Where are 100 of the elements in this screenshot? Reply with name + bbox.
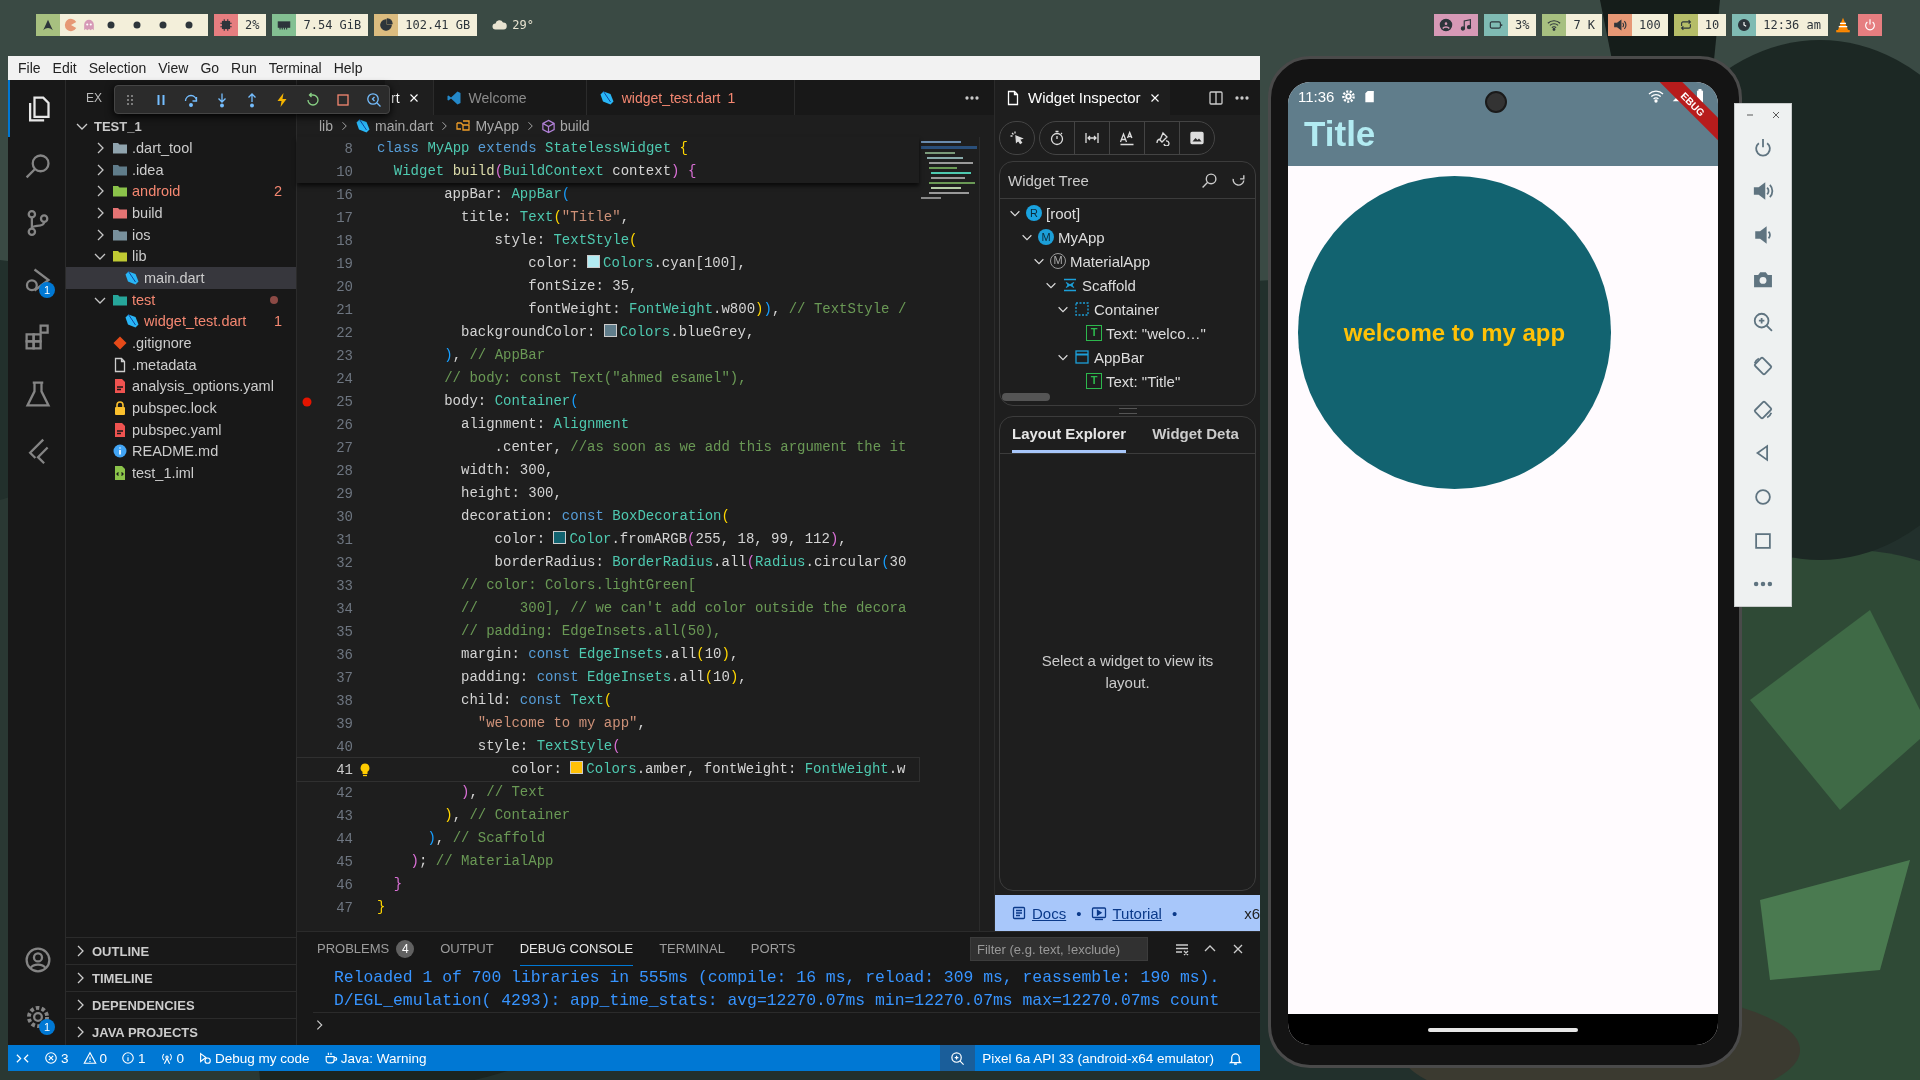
status-item[interactable]: Pixel 6a API 33 (android-x64 emulator) <box>975 1045 1221 1071</box>
explorer-item[interactable]: pubspec.lock <box>66 397 296 419</box>
menu-item[interactable]: Help <box>327 60 369 76</box>
menu-item[interactable]: Terminal <box>262 60 328 76</box>
activity-button[interactable]: 1 <box>8 988 65 1045</box>
widget-tree-row[interactable]: T Text: "Title" <box>1068 369 1255 393</box>
widget-tree-row[interactable]: AppBar <box>1056 345 1255 369</box>
line-number: 29 <box>335 485 353 502</box>
devtools-search-icon[interactable] <box>365 91 382 108</box>
status-item[interactable]: 3 <box>37 1045 76 1071</box>
image-icon[interactable] <box>1189 130 1205 146</box>
activity-button[interactable]: 1 <box>8 251 65 308</box>
traffic-cone-icon[interactable] <box>1834 16 1852 34</box>
rotate-left-icon[interactable] <box>1752 354 1774 377</box>
widget-tree-row[interactable]: Container <box>1056 297 1255 321</box>
explorer-item[interactable]: ios <box>66 223 296 246</box>
breadcrumb-item[interactable]: build <box>540 118 590 134</box>
code-line: fontWeight: FontWeight.w800)), // TextStyle / <box>527 300 907 319</box>
user-icon[interactable] <box>1438 18 1453 32</box>
notification-badge: 1 <box>39 282 55 298</box>
zoom-icon[interactable] <box>950 1050 966 1066</box>
explorer-item[interactable]: README.md <box>66 440 296 463</box>
explorer-item[interactable]: .idea <box>66 158 296 181</box>
widget-tree-row[interactable]: M MaterialApp <box>1032 249 1255 273</box>
explorer-item[interactable]: build <box>66 202 296 224</box>
editor-tab[interactable]: Welcome <box>433 80 587 115</box>
split-editor-icon[interactable] <box>1208 89 1224 106</box>
explorer-item[interactable]: .gitignore <box>66 332 296 354</box>
select-pointer-icon[interactable] <box>1009 130 1025 146</box>
breadcrumb-item[interactable]: MyApp <box>455 118 519 134</box>
explorer-item[interactable]: lib <box>66 245 296 268</box>
bell-icon[interactable] <box>1228 1050 1243 1066</box>
menu-item[interactable]: Edit <box>46 60 83 76</box>
footer-link[interactable]: Docs <box>1011 904 1067 922</box>
line-number: 46 <box>335 876 353 893</box>
status-item[interactable]: Debug my code <box>191 1045 317 1071</box>
search-icon[interactable] <box>1201 171 1218 189</box>
clear-list-icon[interactable] <box>1174 941 1190 957</box>
console-line: Reloaded 1 of 700 libraries in 555ms (compile: 16 ms, reload: 309 ms, reassemble: 190 ms). <box>334 968 1220 987</box>
breadcrumb-item[interactable]: lib <box>319 118 333 134</box>
status-reading: 10 <box>1697 14 1727 36</box>
music-icon[interactable] <box>1458 18 1473 32</box>
editor-tab[interactable]: widget_test.dart 1 <box>586 80 796 115</box>
cloud-icon <box>491 17 508 33</box>
explorer-item[interactable]: test_1.iml <box>66 462 296 484</box>
repaint-icon[interactable] <box>1154 130 1170 146</box>
section-header[interactable]: DEPENDENCIES <box>66 991 296 1018</box>
status-item[interactable]: 0 <box>152 1045 192 1071</box>
rotate-right-icon[interactable] <box>1752 398 1774 421</box>
status-item[interactable]: 1 <box>114 1045 153 1071</box>
inspector-subtab[interactable]: Layout Explorer <box>1012 417 1127 453</box>
explorer-item[interactable]: android 2 <box>66 180 296 203</box>
panel-tab[interactable]: DEBUG CONSOLE <box>519 932 634 966</box>
width-arrows-icon[interactable] <box>1084 130 1100 146</box>
panel-tab[interactable]: TERMINAL <box>659 932 725 966</box>
filter-field[interactable]: Filter (e.g. text, !exclude) <box>970 937 1148 961</box>
panel-tab[interactable]: OUTPUT <box>440 932 494 966</box>
section-header[interactable]: OUTLINE <box>66 937 296 964</box>
text-size-icon[interactable] <box>1119 130 1135 146</box>
explorer-item[interactable]: test <box>66 288 296 311</box>
launcher-icon[interactable] <box>36 14 60 36</box>
widget-tree-row[interactable]: Scaffold <box>1044 273 1255 297</box>
footer-link[interactable]: Tutorial <box>1091 904 1162 922</box>
widget-tree-row[interactable]: R [root] <box>1008 201 1255 225</box>
inspector-tab[interactable]: Widget Inspector <box>995 80 1170 115</box>
explorer-item[interactable]: pubspec.yaml <box>66 418 296 441</box>
widget-tree-row[interactable]: M MyApp <box>1020 225 1255 249</box>
menu-item[interactable]: File <box>12 60 47 76</box>
code-line: Widget build(BuildContext context) { <box>392 162 697 181</box>
volume-down-icon[interactable] <box>1752 223 1774 246</box>
section-header[interactable]: TIMELINE <box>66 964 296 991</box>
zoom-icon[interactable] <box>1752 311 1774 334</box>
menu-item[interactable]: Selection <box>82 60 153 76</box>
status-item[interactable]: 0 <box>75 1045 115 1071</box>
info-icon <box>121 1051 136 1065</box>
stopwatch-icon[interactable] <box>1049 130 1065 146</box>
stop-icon[interactable] <box>335 91 352 108</box>
editor-tab[interactable]: rt <box>385 80 434 115</box>
explorer-item[interactable]: analysis_options.yaml <box>66 375 296 398</box>
power-icon[interactable] <box>1752 136 1774 159</box>
error-icon <box>44 1051 58 1065</box>
breadcrumb-item[interactable]: main.dart <box>355 118 434 134</box>
explorer-item[interactable]: .metadata <box>66 353 296 376</box>
menu-item[interactable]: View <box>152 60 195 76</box>
widget-tree-row[interactable]: T Text: "welco…" <box>1068 321 1255 345</box>
breakpoint-icon[interactable] <box>301 395 313 408</box>
scrollbar-thumb[interactable] <box>1002 393 1050 401</box>
status-item[interactable]: Java: Warning <box>316 1045 434 1071</box>
menu-item[interactable]: Run <box>225 60 263 76</box>
restart-icon[interactable] <box>304 91 321 108</box>
explorer-item[interactable]: .dart_tool <box>66 137 296 159</box>
inspector-subtab[interactable]: Widget Deta <box>1152 417 1239 453</box>
menu-item[interactable]: Go <box>194 60 226 76</box>
explorer-item[interactable]: widget_test.dart 1 <box>66 310 296 333</box>
explorer-item[interactable]: main.dart <box>66 267 296 289</box>
panel-tab[interactable]: PORTS <box>750 932 796 966</box>
line-number: 38 <box>335 692 353 709</box>
panel-tab[interactable]: PROBLEMS 4 <box>317 932 415 966</box>
home-indicator[interactable] <box>1428 1027 1578 1032</box>
explorer-root[interactable]: TEST_1 <box>66 115 296 137</box>
